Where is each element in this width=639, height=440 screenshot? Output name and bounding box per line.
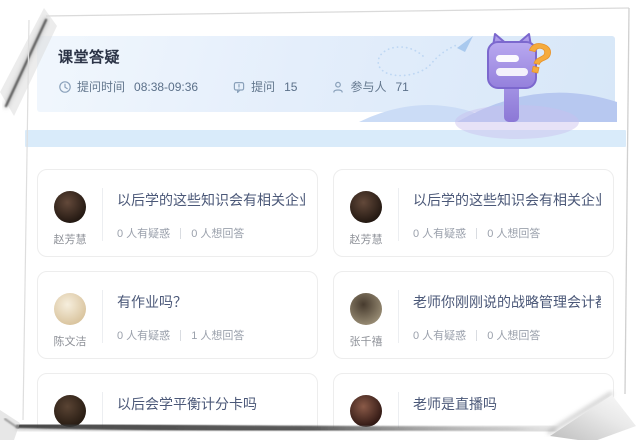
student-name: 赵芳慧: [54, 231, 87, 247]
dotted-path-arrow: [378, 36, 473, 76]
doubt-count: 0 人有疑惑: [117, 327, 170, 343]
stats-separator: [180, 228, 181, 239]
question-stats: 0 人有疑惑 1 人想回答: [117, 327, 305, 343]
avatar: [350, 191, 382, 223]
question-card[interactable]: 赵芳慧 以后学的这些知识会有相关企业案例吗 0 人有疑惑 0 人想回答: [333, 169, 614, 257]
question-text: 以后学的这些知识会有相关企业案例吗: [117, 190, 305, 210]
stat-value: 15: [284, 80, 297, 94]
question-card[interactable]: 老师是直播吗: [333, 373, 614, 428]
question-text: 有作业吗？: [117, 292, 305, 312]
stat-question-count: 提问 15: [232, 78, 297, 95]
bottom-left-curl: [0, 410, 20, 440]
question-card-grid: 赵芳慧 以后学的这些知识会有相关企业案例吗 0 人有疑惑 0 人想回答 赵芳慧 …: [37, 169, 614, 428]
avatar: [350, 293, 382, 325]
doubt-count: 0 人有疑惑: [117, 225, 170, 241]
doubt-count: 0 人有疑惑: [413, 225, 466, 241]
comment-icon: [232, 80, 246, 94]
answer-count: 0 人想回答: [191, 225, 244, 241]
stat-label: 提问: [251, 78, 275, 95]
stat-question-time: 提问时间 08:38-09:36: [58, 78, 198, 95]
stats-separator: [476, 330, 477, 341]
divider-strip: [25, 130, 626, 147]
question-card[interactable]: 陈文洁 有作业吗？ 0 人有疑惑 1 人想回答: [37, 271, 318, 359]
answer-count: 1 人想回答: [191, 327, 244, 343]
question-stats: 0 人有疑惑 0 人想回答: [117, 225, 305, 241]
qa-illustration: ?: [365, 26, 615, 122]
cat-signpost-icon: ?: [488, 33, 556, 122]
page-title: 课堂答疑: [58, 46, 120, 67]
stat-label: 提问时间: [77, 78, 125, 95]
avatar: [54, 191, 86, 223]
question-stats: 0 人有疑惑 0 人想回答: [413, 225, 601, 241]
stats-separator: [180, 330, 181, 341]
person-icon: [331, 80, 345, 94]
question-mark-glyph: ?: [521, 33, 556, 84]
doubt-count: 0 人有疑惑: [413, 327, 466, 343]
question-text: 老师是直播吗: [413, 394, 601, 414]
stat-label: 参与人: [350, 78, 386, 95]
student-name: 陈文洁: [54, 333, 87, 349]
qa-meta: 提问时间 08:38-09:36 提问 15 参与人 71: [58, 78, 409, 95]
qa-header: 课堂答疑 提问时间 08:38-09:36 提问 15: [37, 36, 615, 112]
answer-count: 0 人想回答: [487, 327, 540, 343]
avatar: [350, 395, 382, 427]
question-card[interactable]: 张千禧 老师你刚刚说的战略管理会计都有啥来... 0 人有疑惑 0 人想回答: [333, 271, 614, 359]
question-card[interactable]: 赵芳慧 以后学的这些知识会有相关企业案例吗 0 人有疑惑 0 人想回答: [37, 169, 318, 257]
student-name: 赵芳慧: [350, 231, 383, 247]
student-name: 张千禧: [350, 333, 383, 349]
question-card[interactable]: 以后会学平衡计分卡吗: [37, 373, 318, 428]
question-stats: 0 人有疑惑 0 人想回答: [413, 327, 601, 343]
paper-plane-icon: [457, 36, 473, 52]
stats-separator: [476, 228, 477, 239]
avatar: [54, 395, 86, 427]
stat-value: 71: [395, 80, 408, 94]
avatar: [54, 293, 86, 325]
screenshot-frame: { "header": { "title": "课堂答疑", "stats": …: [0, 0, 639, 440]
question-text: 以后学的这些知识会有相关企业案例吗: [413, 190, 601, 210]
question-text: 老师你刚刚说的战略管理会计都有啥来...: [413, 292, 601, 312]
stat-value: 08:38-09:36: [134, 80, 198, 94]
clock-icon: [58, 80, 72, 94]
page-sheet: 课堂答疑 提问时间 08:38-09:36 提问 15: [25, 12, 626, 428]
answer-count: 0 人想回答: [487, 225, 540, 241]
question-text: 以后会学平衡计分卡吗: [117, 394, 305, 414]
stat-participants: 参与人 71: [331, 78, 408, 95]
